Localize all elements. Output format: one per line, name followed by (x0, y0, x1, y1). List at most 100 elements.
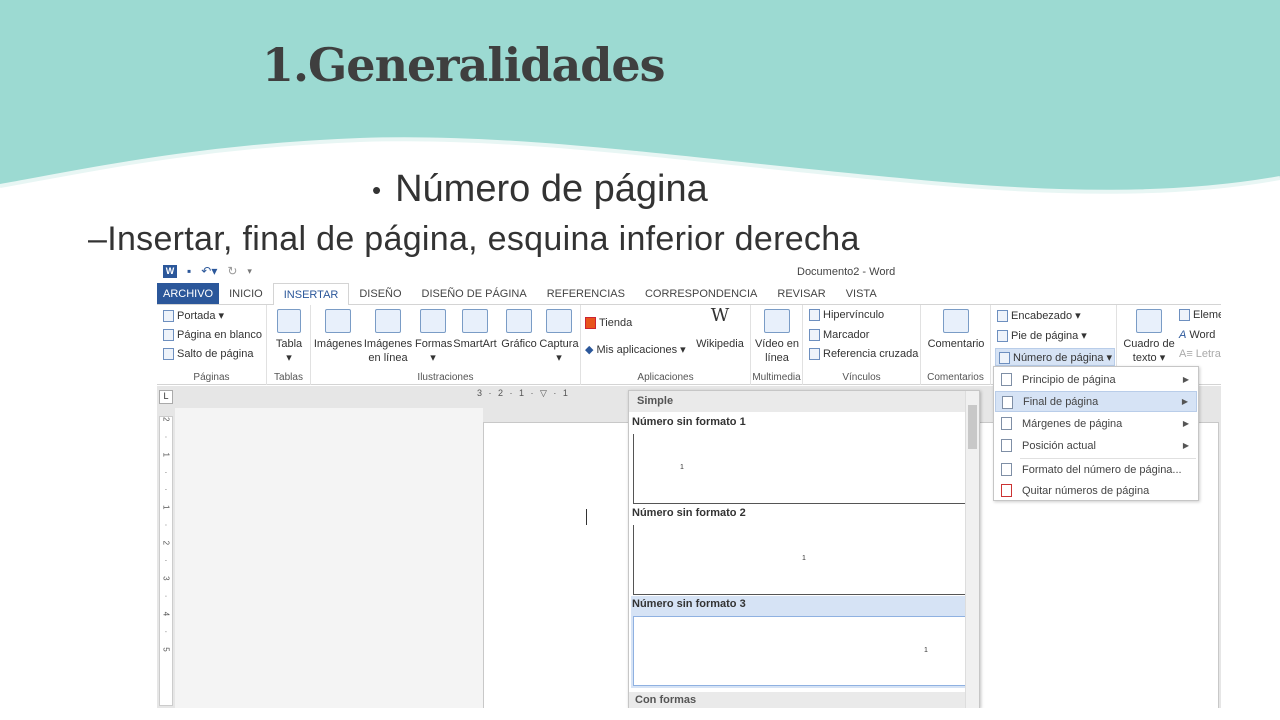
group-vinculos: Hipervínculo Marcador Referencia cruzada… (803, 305, 921, 385)
page-break-icon (163, 348, 174, 360)
cover-page-icon (163, 309, 174, 322)
submenu-arrow-icon: ▶ (1182, 441, 1189, 450)
ribbon-tabs: ARCHIVO INICIO INSERTAR DISEÑO DISEÑO DE… (157, 283, 1221, 306)
vertical-ruler: 2 · 1 · · 1 · 2 · 3 · 4 · 5 (159, 416, 173, 706)
salto-de-pagina-button[interactable]: Salto de página (163, 348, 253, 360)
tab-insertar[interactable]: INSERTAR (272, 283, 350, 306)
tab-correspondencia[interactable]: CORRESPONDENCIA (635, 283, 767, 304)
menu-final-de-pagina[interactable]: Final de página ▶ (995, 391, 1197, 412)
screenshot-icon (546, 309, 572, 333)
wordart-button[interactable]: A Word (1179, 329, 1215, 341)
store-icon (585, 317, 596, 329)
drop-cap-icon: A≡ (1179, 348, 1193, 360)
cuadro-de-texto-button[interactable]: Cuadro de texto ▾ (1121, 309, 1177, 365)
gallery-item-2[interactable]: 1 (633, 525, 974, 595)
tab-archivo[interactable]: ARCHIVO (157, 283, 220, 304)
bullet-dot-icon: • (372, 175, 382, 206)
comentario-button[interactable]: Comentario (925, 309, 987, 351)
group-aplicaciones: Tienda ◆ Mis aplicaciones ▾ W Wikipedia Ap… (581, 305, 751, 385)
page-number-preview: 1 (680, 464, 684, 471)
gallery-item-1[interactable]: 1 (633, 434, 974, 504)
menu-formato-numero-pagina[interactable]: Formato del número de página... (995, 459, 1197, 480)
gallery-item-label-2: Número sin formato 2 (632, 507, 746, 519)
footer-icon (997, 329, 1008, 342)
apps-icon: ◆ (585, 344, 594, 356)
group-label-ilustraciones: Ilustraciones (417, 372, 474, 383)
pictures-icon (325, 309, 351, 333)
video-en-linea-button[interactable]: Vídeo en línea (753, 309, 801, 365)
page-margins-icon (1001, 417, 1012, 430)
numero-de-pagina-label: Número de página ▾ (999, 351, 1112, 364)
mis-aplicaciones-button[interactable]: ◆ Mis aplicaciones ▾ (585, 343, 686, 357)
smartart-button[interactable]: SmartArt (451, 309, 499, 351)
menu-principio-de-pagina[interactable]: Principio de página ▶ (995, 369, 1197, 390)
bullet-secondary: –Insertar, final de página, esquina infe… (88, 220, 860, 258)
tab-diseno[interactable]: DISEÑO (349, 283, 411, 304)
group-label-tablas: Tablas (274, 372, 303, 383)
hyperlink-icon (809, 309, 820, 321)
gallery-header: Simple (629, 391, 966, 412)
referencia-cruzada-button[interactable]: Referencia cruzada (809, 348, 918, 360)
text-cursor (586, 509, 587, 525)
tab-referencias[interactable]: REFERENCIAS (537, 283, 635, 304)
tab-revisar[interactable]: REVISAR (767, 283, 835, 304)
redo-icon[interactable]: ↻ (227, 264, 237, 278)
page-number-gallery: Simple Número sin formato 1 1 Número sin… (628, 390, 980, 708)
text-box-icon (1136, 309, 1162, 333)
group-label-aplicaciones: Aplicaciones (637, 372, 694, 383)
tab-inicio[interactable]: INICIO (219, 283, 273, 304)
hipervinculo-button[interactable]: Hipervínculo (809, 309, 884, 321)
formas-button[interactable]: Formas ▾ (415, 309, 452, 365)
undo-icon[interactable]: ↶▾ (201, 264, 217, 278)
save-icon[interactable]: ▪ (187, 264, 191, 278)
menu-posicion-actual[interactable]: Posición actual ▶ (995, 435, 1197, 456)
tab-diseno-pagina[interactable]: DISEÑO DE PÁGINA (412, 283, 537, 304)
group-label-paginas: Páginas (193, 372, 230, 383)
page-number-submenu: Principio de página ▶ Final de página ▶ Má… (993, 366, 1199, 501)
smartart-icon (462, 309, 488, 333)
letra-capital-button[interactable]: A≡ Letra (1179, 348, 1221, 360)
left-margin-area (175, 408, 483, 708)
wikipedia-button[interactable]: W Wikipedia (693, 307, 747, 351)
tabla-button[interactable]: Tabla ▾ (273, 309, 305, 365)
comment-icon (943, 309, 969, 333)
marcador-button[interactable]: Marcador (809, 329, 869, 341)
menu-margenes-de-pagina[interactable]: Márgenes de página ▶ (995, 413, 1197, 434)
group-label-multimedia: Multimedia (752, 372, 801, 383)
tab-selector[interactable]: L (159, 390, 173, 404)
shapes-icon (420, 309, 446, 333)
word-app-icon: W (163, 264, 177, 278)
elementos-rapidos-button[interactable]: Eleme (1179, 309, 1221, 321)
vertical-ruler-text: 2 · 1 · · 1 · 2 · 3 · 4 · 5 (161, 417, 171, 658)
group-ilustraciones: Imágenes Imágenes en línea Formas ▾ Smart… (311, 305, 581, 385)
submenu-arrow-icon: ▶ (1182, 419, 1189, 428)
captura-button[interactable]: Captura ▾ (539, 309, 579, 365)
tienda-button[interactable]: Tienda (585, 317, 632, 329)
page-number-preview: 1 (802, 555, 806, 562)
imagenes-en-linea-button[interactable]: Imágenes en línea (363, 309, 413, 365)
word-screenshot: W ▪ ↶▾ ↻ ▾ Documento2 - Word ARCHIVO INI… (157, 262, 1221, 708)
tab-vista[interactable]: VISTA (836, 283, 887, 304)
pagina-en-blanco-button[interactable]: Página en blanco (163, 329, 262, 341)
quick-access-toolbar: W ▪ ↶▾ ↻ ▾ (163, 264, 252, 278)
gallery-item-3[interactable]: 1 (631, 614, 976, 688)
imagenes-button[interactable]: Imágenes (313, 309, 363, 351)
encabezado-button[interactable]: Encabezado ▾ (997, 309, 1081, 322)
online-video-icon (764, 309, 790, 333)
gallery-scrollbar[interactable] (965, 391, 979, 708)
page-number-icon (999, 351, 1010, 364)
top-of-page-icon (1001, 373, 1012, 386)
grafico-button[interactable]: Gráfico (499, 309, 539, 351)
pie-de-pagina-button[interactable]: Pie de página ▾ (997, 329, 1087, 342)
remove-page-numbers-icon (1001, 484, 1012, 497)
scrollbar-thumb[interactable] (968, 405, 977, 449)
numero-de-pagina-button[interactable]: Número de página ▾ (995, 348, 1115, 366)
menu-quitar-numeros-pagina[interactable]: Quitar números de página (995, 480, 1197, 501)
customize-qat-icon[interactable]: ▾ (247, 266, 252, 277)
gallery-section-con-formas: Con formas (629, 692, 966, 708)
group-comentarios: Comentario Comentarios (921, 305, 991, 385)
portada-button[interactable]: Portada ▾ (163, 309, 224, 322)
table-icon (277, 309, 301, 333)
group-paginas: Portada ▾ Página en blanco Salto de pági… (157, 305, 267, 385)
submenu-arrow-icon: ▶ (1181, 397, 1188, 406)
